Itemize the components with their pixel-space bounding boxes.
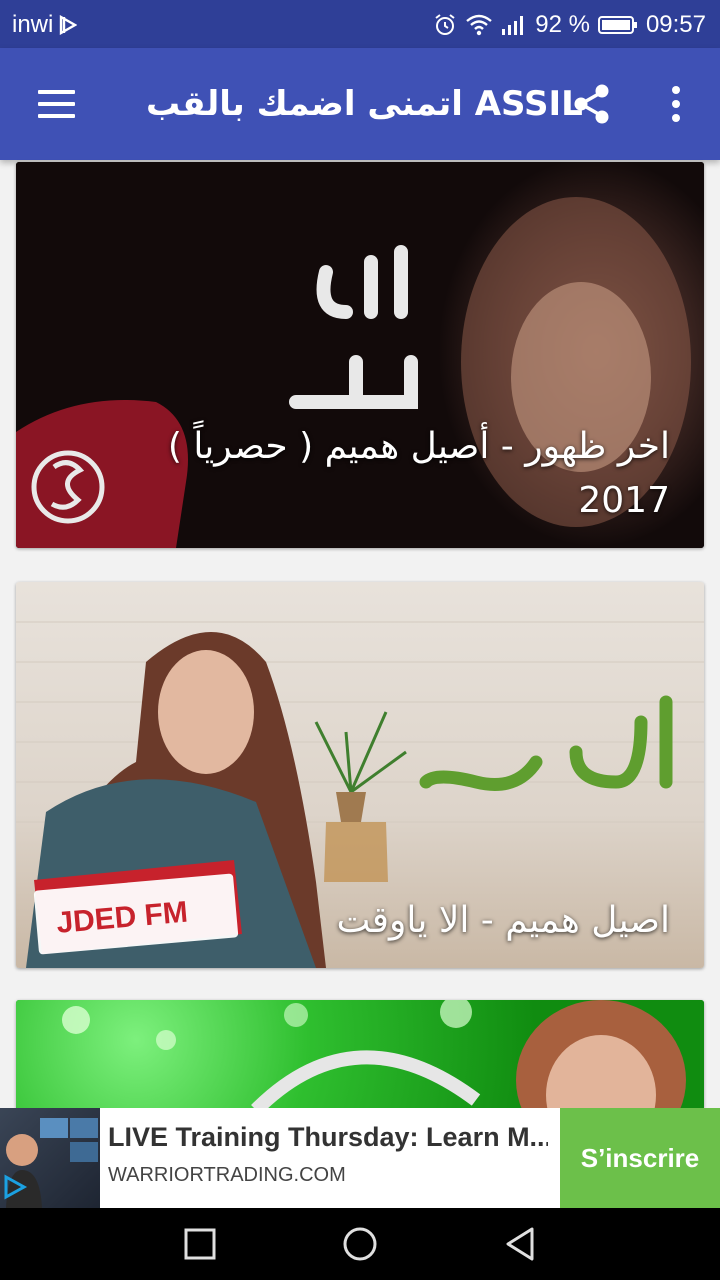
status-left: inwi [12, 11, 78, 39]
video-title: اخر ظهور - أصيل هميم ( حصرياً ) 2017 [167, 426, 670, 521]
more-vert-icon[interactable] [654, 78, 698, 130]
share-icon[interactable] [566, 78, 618, 130]
alarm-icon [433, 13, 457, 37]
navigation-bar [0, 1208, 720, 1280]
battery-percent: 92 % [535, 11, 590, 38]
ad-headline[interactable]: LIVE Training Thursday: Learn M... [108, 1122, 548, 1153]
app-bar: اتمنى اضمك بالقب ASSIL [0, 48, 720, 160]
back-icon[interactable] [500, 1224, 540, 1264]
video-card[interactable]: JDED FM اصيل هميم - الا ياوقت [16, 582, 704, 968]
app-title: اتمنى اضمك بالقب ASSIL [146, 84, 583, 124]
ad-banner[interactable]: LIVE Training Thursday: Learn M... WARRI… [0, 1108, 720, 1208]
recents-icon[interactable] [180, 1224, 220, 1264]
status-right: 92 % 09:57 [433, 11, 706, 39]
video-thumbnail [16, 1000, 704, 1110]
home-icon[interactable] [340, 1224, 380, 1264]
ad-image [0, 1108, 100, 1208]
wifi-icon [465, 14, 493, 36]
ad-choices-icon[interactable] [2, 1174, 28, 1204]
video-title: اصيل هميم - الا ياوقت [336, 900, 670, 941]
nfc-icon [59, 15, 78, 35]
clock: 09:57 [645, 11, 706, 38]
hamburger-icon[interactable] [30, 84, 82, 124]
signal-icon [501, 14, 527, 36]
video-card[interactable]: اخر ظهور - أصيل هميم ( حصرياً ) 2017 [16, 162, 704, 548]
ad-domain: WARRIORTRADING.COM [108, 1164, 346, 1186]
video-card[interactable] [16, 1000, 704, 1110]
status-bar: inwi 92 % 09:57 [0, 0, 720, 48]
battery-icon [597, 15, 638, 35]
carrier-label: inwi [12, 11, 54, 38]
ad-subscribe-button[interactable]: S’inscrire [560, 1108, 720, 1208]
